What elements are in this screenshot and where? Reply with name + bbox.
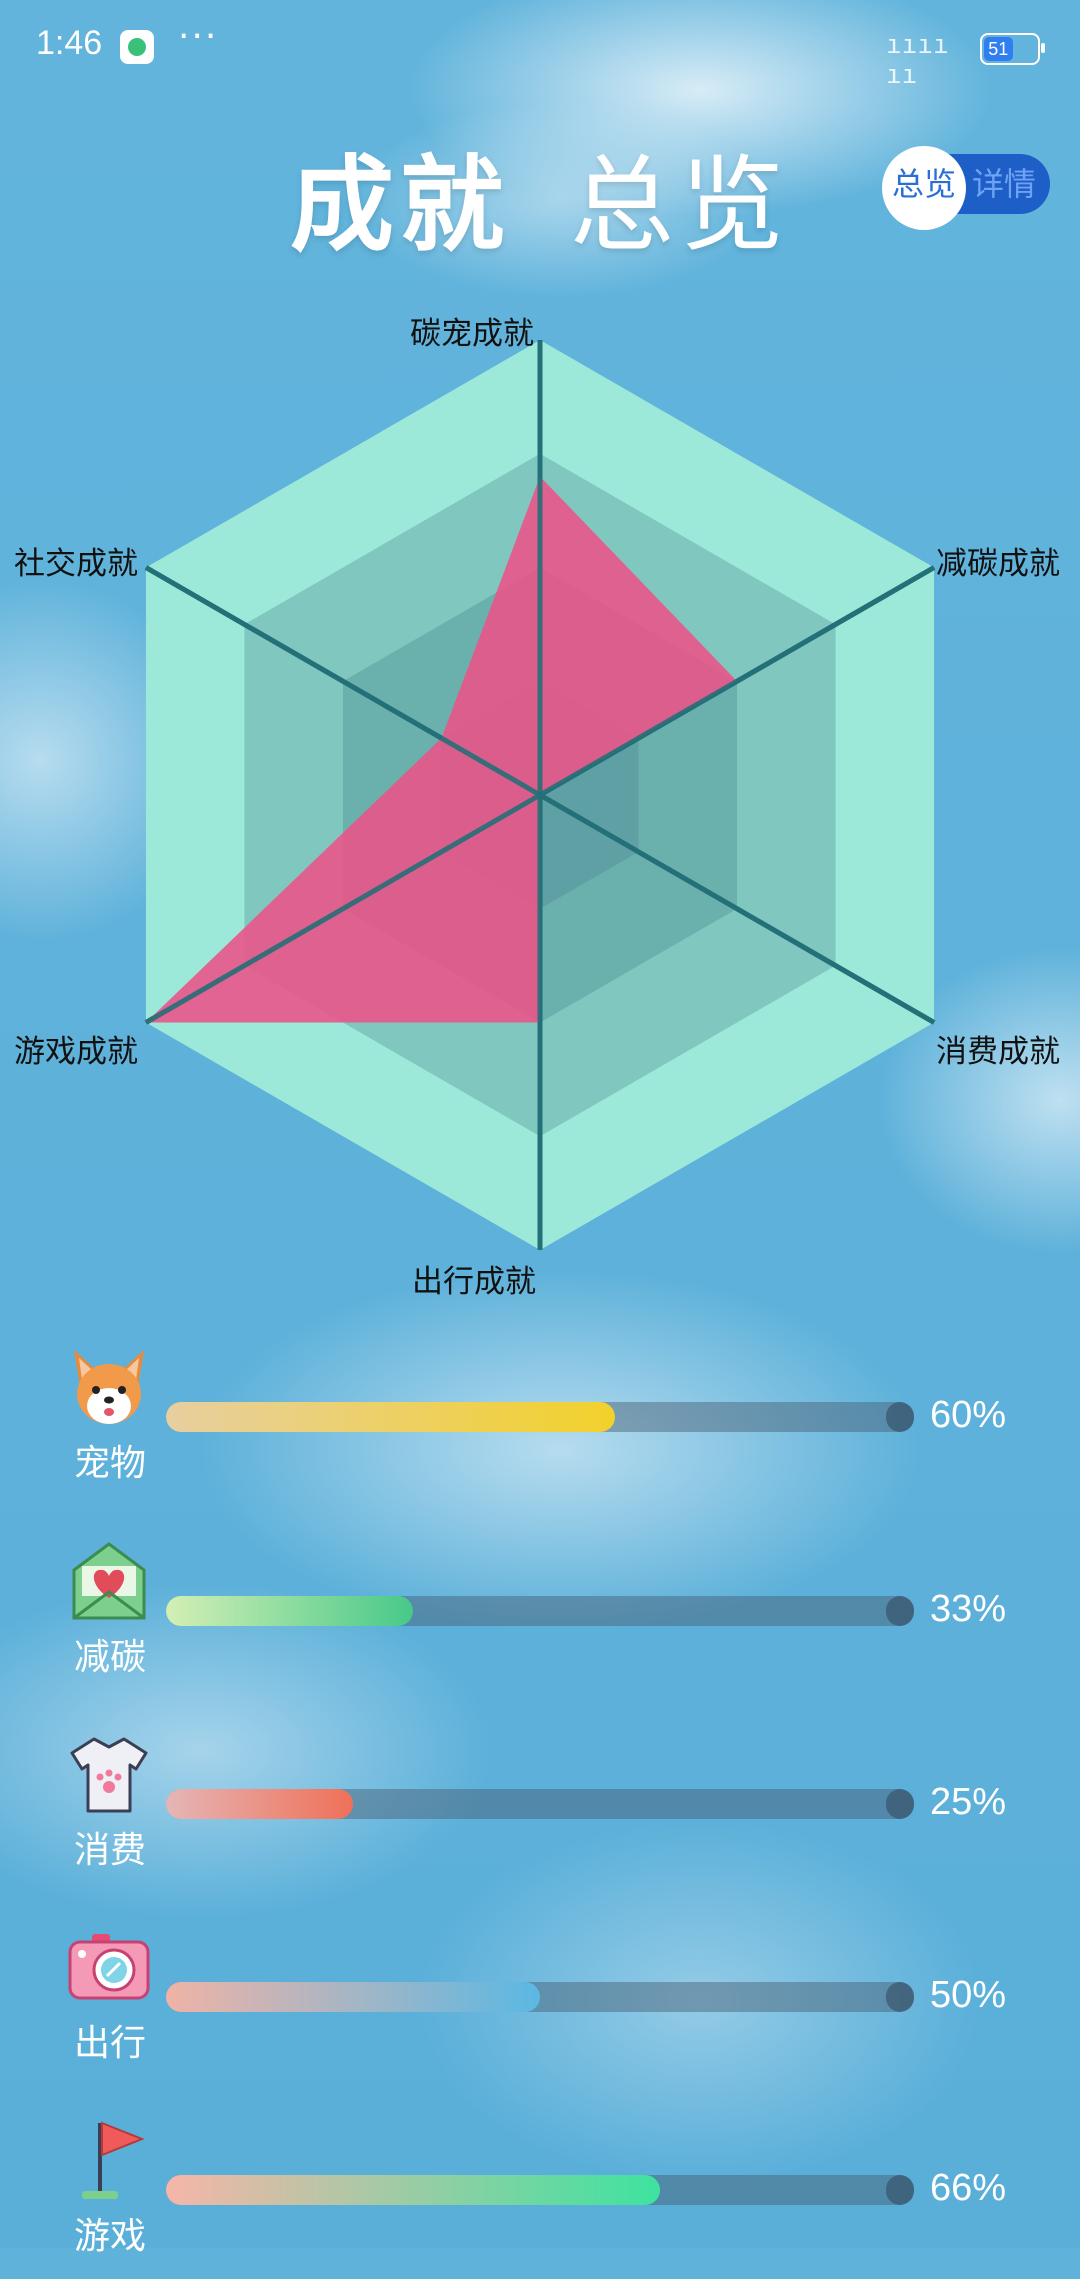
flag-icon bbox=[68, 2119, 150, 2201]
progress-row-travel: 出行 50% bbox=[0, 1926, 1080, 2086]
radar-label-social: 社交成就 bbox=[14, 546, 138, 582]
radar-label-game: 游戏成就 bbox=[14, 1034, 138, 1070]
camera-icon bbox=[68, 1926, 150, 2008]
radar-label-consume: 消费成就 bbox=[936, 1034, 1060, 1070]
radar-label-carbon: 减碳成就 bbox=[936, 546, 1060, 582]
tshirt-icon bbox=[68, 1733, 150, 1815]
progress-percent: 33% bbox=[930, 1588, 1007, 1630]
toggle-option-detail[interactable]: 详情 bbox=[972, 164, 1036, 204]
progress-percent: 25% bbox=[930, 1781, 1007, 1823]
progress-fill bbox=[166, 1982, 540, 2012]
radar-label-travel: 出行成就 bbox=[412, 1264, 536, 1300]
progress-row-game: 游戏 66% bbox=[0, 2119, 1080, 2279]
progress-row-pet: 宠物 60% bbox=[0, 1346, 1080, 1506]
overview-detail-toggle[interactable]: 总览 详情 bbox=[882, 146, 1050, 230]
wechat-notification-icon bbox=[120, 30, 154, 64]
page-title: 成就 总览 bbox=[290, 120, 790, 271]
progress-track bbox=[166, 1402, 914, 1432]
progress-row-carbon: 减碳 33% bbox=[0, 1540, 1080, 1700]
progress-track bbox=[166, 1982, 914, 2012]
toggle-option-overview[interactable]: 总览 bbox=[892, 164, 956, 204]
progress-percent: 60% bbox=[930, 1394, 1007, 1436]
progress-fill bbox=[166, 2175, 660, 2205]
progress-fill bbox=[166, 1402, 615, 1432]
page-title-part1: 成就 bbox=[290, 144, 511, 266]
progress-label: 出行 bbox=[73, 2023, 146, 2064]
progress-label: 宠物 bbox=[73, 1443, 146, 1484]
progress-label: 游戏 bbox=[73, 2216, 146, 2257]
status-bar: 1:46 ··· ıııı ıı 51 bbox=[0, 0, 1080, 92]
corgi-icon bbox=[68, 1346, 150, 1428]
battery-level: 51 bbox=[984, 37, 1013, 61]
progress-label: 消费 bbox=[73, 1830, 146, 1871]
achievement-radar-chart: 碳宠成就 减碳成就 消费成就 出行成就 游戏成就 社交成就 bbox=[0, 290, 1080, 1310]
more-notifications-icon: ··· bbox=[178, 16, 219, 57]
battery-icon: 51 bbox=[980, 33, 1045, 65]
page-title-part2: 总览 bbox=[570, 144, 791, 266]
radar-label-pet: 碳宠成就 bbox=[410, 316, 534, 352]
progress-label: 减碳 bbox=[73, 1637, 146, 1678]
progress-track bbox=[166, 2175, 914, 2205]
progress-track bbox=[166, 1596, 914, 1626]
progress-percent: 66% bbox=[930, 2167, 1007, 2209]
progress-fill bbox=[166, 1596, 413, 1626]
progress-percent: 50% bbox=[930, 1974, 1007, 2016]
heart-envelope-icon bbox=[68, 1540, 150, 1622]
signal-icon: ıııı ıı bbox=[886, 30, 949, 90]
progress-fill bbox=[166, 1789, 353, 1819]
status-time: 1:46 bbox=[36, 24, 103, 62]
progress-track bbox=[166, 1789, 914, 1819]
radar-svg bbox=[144, 340, 936, 1250]
progress-row-consume: 消费 25% bbox=[0, 1733, 1080, 1893]
